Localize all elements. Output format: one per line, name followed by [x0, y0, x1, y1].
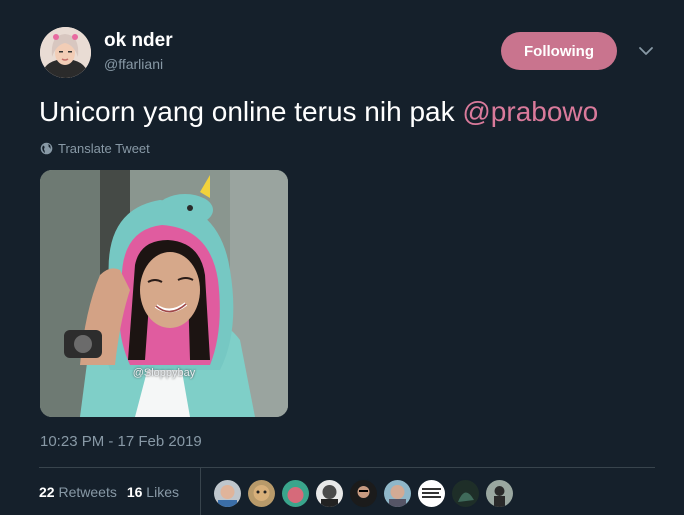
liker-avatar[interactable]	[281, 479, 310, 508]
author-handle[interactable]: @ffarliani	[104, 56, 163, 72]
liker-avatar[interactable]	[417, 479, 446, 508]
likes-label: Likes	[146, 484, 179, 500]
chevron-down-icon[interactable]	[637, 42, 655, 60]
liker-avatar[interactable]	[247, 479, 276, 508]
tweet-timestamp[interactable]: 10:23 PM - 17 Feb 2019	[40, 433, 202, 450]
likes-stat[interactable]: 16 Likes	[127, 484, 179, 500]
tweet-body: Unicorn yang online terus nih pak	[39, 96, 463, 127]
translate-label: Translate Tweet	[58, 141, 150, 156]
stats-vertical-divider	[200, 467, 201, 515]
tweet-stats: 22 Retweets 16 Likes	[39, 484, 179, 500]
liker-avatar[interactable]	[451, 479, 480, 508]
stats-divider	[39, 467, 655, 468]
media-watermark: @Sloppybay	[132, 367, 196, 379]
liker-avatar[interactable]	[349, 479, 378, 508]
liker-avatars	[213, 479, 514, 508]
tweet-text: Unicorn yang online terus nih pak @prabo…	[39, 96, 598, 128]
mention-link[interactable]: @prabowo	[462, 96, 598, 127]
retweets-stat[interactable]: 22 Retweets	[39, 484, 117, 500]
following-button[interactable]: Following	[501, 32, 617, 70]
retweets-label: Retweets	[58, 484, 117, 500]
liker-avatar[interactable]	[485, 479, 514, 508]
tweet-media-image[interactable]: @Sloppybay	[40, 170, 288, 417]
likes-count: 16	[126, 484, 143, 500]
retweets-count: 22	[39, 484, 55, 500]
liker-avatar[interactable]	[315, 479, 344, 508]
liker-avatar[interactable]	[213, 479, 242, 508]
author-avatar[interactable]	[40, 27, 91, 78]
globe-icon	[40, 142, 53, 155]
translate-tweet-link[interactable]: Translate Tweet	[40, 141, 150, 156]
liker-avatar[interactable]	[383, 479, 412, 508]
author-name[interactable]: ok nder	[104, 30, 173, 52]
